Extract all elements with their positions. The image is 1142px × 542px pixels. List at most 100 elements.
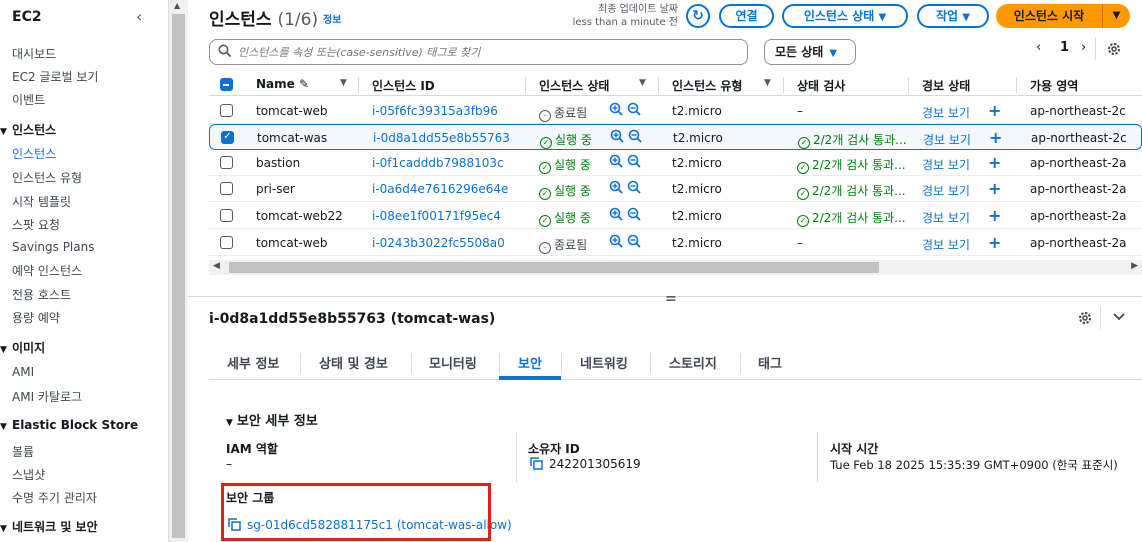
tab-status-alarms[interactable]: 상태 및 경보	[319, 353, 388, 372]
column-header-instance-id[interactable]: 인스턴스 ID	[372, 77, 435, 94]
view-alarms-link[interactable]: 경보 보기	[922, 156, 970, 173]
column-header-availability-zone[interactable]: 가용 영역	[1030, 77, 1078, 94]
page-number[interactable]: 1	[1060, 40, 1069, 55]
tab-networking[interactable]: 네트워킹	[580, 353, 628, 372]
zoom-in-icon[interactable]	[609, 207, 623, 221]
view-alarms-link[interactable]: 경보 보기	[923, 131, 971, 148]
view-alarms-link[interactable]: 경보 보기	[922, 182, 970, 199]
search-input[interactable]	[238, 43, 738, 61]
instance-id-link[interactable]: i-0d8a1dd55e8b55763	[373, 131, 510, 145]
sidebar-item-ami-catalog[interactable]: AMI 카탈로그	[12, 388, 82, 405]
sidebar-item-launch-templates[interactable]: 시작 템플릿	[12, 193, 71, 210]
plus-icon[interactable]: +	[988, 179, 1001, 198]
sidebar-section-instances[interactable]: ▼ 인스턴스	[0, 121, 56, 138]
column-header-instance-state[interactable]: 인스턴스 상태	[539, 77, 609, 94]
info-link[interactable]: 정보	[323, 11, 341, 26]
row-checkbox[interactable]	[220, 104, 233, 117]
sidebar-item-savings-plans[interactable]: Savings Plans	[12, 240, 94, 254]
zoom-in-icon[interactable]	[610, 129, 624, 143]
sidebar-section-network-security[interactable]: ▼ 네트워크 및 보안	[0, 518, 98, 535]
status-filter-select[interactable]: 모든 상태 ▼	[764, 39, 856, 65]
zoom-out-icon[interactable]	[627, 180, 641, 194]
sidebar-item-dedicated-hosts[interactable]: 전용 호스트	[12, 286, 71, 303]
sidebar-item-global-view[interactable]: EC2 글로벌 보기	[12, 68, 98, 85]
scrollbar-thumb[interactable]	[229, 262, 879, 273]
gear-icon[interactable]	[1106, 41, 1122, 57]
zoom-out-icon[interactable]	[627, 234, 641, 248]
security-details-header[interactable]: ▼ 보안 세부 정보	[226, 410, 318, 429]
zoom-in-icon[interactable]	[609, 154, 623, 168]
column-header-instance-type[interactable]: 인스턴스 유형	[672, 77, 742, 94]
instance-id-link[interactable]: i-0a6d4e7616296e64e	[372, 182, 508, 196]
zoom-out-icon[interactable]	[628, 129, 642, 143]
plus-icon[interactable]: +	[989, 128, 1002, 147]
table-row[interactable]: ✓ tomcat-was i-0d8a1dd55e8b55763 ✓ 실행 중 t2.m…	[209, 124, 1142, 150]
sidebar-item-spot-requests[interactable]: 스팟 요청	[12, 216, 60, 233]
view-alarms-link[interactable]: 경보 보기	[922, 209, 970, 226]
zoom-in-icon[interactable]	[609, 180, 623, 194]
instance-id-link[interactable]: i-0243b3022fc5508a0	[372, 236, 505, 250]
launch-instance-button[interactable]: 인스턴스 시작	[996, 4, 1102, 28]
chevron-left-icon[interactable]: ‹	[136, 7, 142, 26]
row-checkbox[interactable]	[220, 209, 233, 222]
zoom-in-icon[interactable]	[609, 234, 623, 248]
row-checkbox[interactable]	[220, 236, 233, 249]
tab-security[interactable]: 보안	[518, 353, 542, 372]
sidebar-item-capacity-reservations[interactable]: 용량 예약	[12, 309, 60, 326]
table-row[interactable]: tomcat-web i-05f6fc39315a3fb96 – 종료됨 t2.mic…	[209, 98, 1142, 124]
actions-button[interactable]: 작업 ▼	[917, 4, 989, 28]
table-row[interactable]: tomcat-web22 i-08ee1f00171f95ec4 ✓ 실행 중 t2.…	[209, 203, 1142, 229]
view-alarms-link[interactable]: 경보 보기	[922, 104, 970, 121]
instance-id-link[interactable]: i-08ee1f00171f95ec4	[372, 209, 501, 223]
scroll-right-icon[interactable]: ▶	[1131, 261, 1138, 271]
view-alarms-link[interactable]: 경보 보기	[922, 236, 970, 253]
sidebar-section-images[interactable]: ▼ 이미지	[0, 339, 45, 356]
row-checkbox[interactable]	[220, 182, 233, 195]
prev-page-icon[interactable]: ‹	[1036, 40, 1041, 55]
table-row[interactable]: bastion i-0f1cadddb7988103c ✓ 실행 중 t2.micro…	[209, 150, 1142, 176]
tab-details[interactable]: 세부 정보	[227, 353, 279, 372]
launch-instance-dropdown[interactable]: ▼	[1102, 4, 1130, 28]
drag-handle-icon[interactable]: =	[665, 291, 677, 307]
column-header-status-check[interactable]: 상태 검사	[797, 77, 845, 94]
scroll-left-icon[interactable]: ◀	[213, 261, 220, 271]
sidebar-item-dashboard[interactable]: 대시보드	[12, 45, 56, 62]
plus-icon[interactable]: +	[988, 153, 1001, 172]
sort-caret-icon[interactable]: ▼	[639, 78, 646, 88]
sidebar-item-lifecycle-manager[interactable]: 수명 주기 관리자	[12, 489, 97, 506]
tab-tags[interactable]: 태그	[758, 353, 782, 372]
scrollbar-thumb[interactable]	[172, 14, 185, 538]
scroll-up-icon[interactable]: ▲	[174, 1, 180, 10]
row-checkbox[interactable]	[220, 156, 233, 169]
sidebar-section-ebs[interactable]: ▼ Elastic Block Store	[0, 418, 138, 432]
sidebar-item-snapshots[interactable]: 스냅샷	[12, 466, 45, 483]
sidebar-item-instances[interactable]: 인스턴스	[12, 145, 56, 162]
table-horizontal-scrollbar[interactable]: ◀ ▶	[209, 260, 1142, 275]
plus-icon[interactable]: +	[988, 206, 1001, 225]
plus-icon[interactable]: +	[988, 233, 1001, 252]
zoom-out-icon[interactable]	[627, 102, 641, 116]
tab-monitoring[interactable]: 모니터링	[429, 353, 477, 372]
table-row[interactable]: pri-ser i-0a6d4e7616296e64e ✓ 실행 중 t2.micro…	[209, 176, 1142, 202]
plus-icon[interactable]: +	[988, 101, 1001, 120]
sidebar-scrollbar[interactable]: ▲	[168, 0, 188, 542]
sidebar-item-volumes[interactable]: 볼륨	[12, 443, 34, 460]
sort-caret-icon[interactable]: ▼	[340, 78, 347, 88]
zoom-in-icon[interactable]	[609, 102, 623, 116]
tab-storage[interactable]: 스토리지	[669, 353, 717, 372]
instance-state-button[interactable]: 인스턴스 상태 ▼	[782, 4, 908, 28]
table-row[interactable]: tomcat-web i-0243b3022fc5508a0 – 종료됨 t2.mic…	[209, 230, 1142, 256]
search-box[interactable]	[209, 39, 748, 65]
instance-id-link[interactable]: i-05f6fc39315a3fb96	[372, 104, 498, 118]
column-header-name[interactable]: Name ✎	[256, 77, 309, 91]
chevron-down-icon[interactable]	[1112, 312, 1126, 322]
zoom-out-icon[interactable]	[627, 154, 641, 168]
sidebar-item-events[interactable]: 이벤트	[12, 91, 45, 108]
refresh-button[interactable]: ↻	[686, 4, 710, 28]
row-checkbox[interactable]: ✓	[221, 131, 234, 144]
sidebar-item-reserved-instances[interactable]: 예약 인스턴스	[12, 262, 82, 279]
instance-id-link[interactable]: i-0f1cadddb7988103c	[372, 156, 504, 170]
sidebar-item-ami[interactable]: AMI	[12, 365, 34, 379]
sidebar-item-instance-types[interactable]: 인스턴스 유형	[12, 169, 82, 186]
connect-button[interactable]: 연결	[719, 4, 774, 28]
